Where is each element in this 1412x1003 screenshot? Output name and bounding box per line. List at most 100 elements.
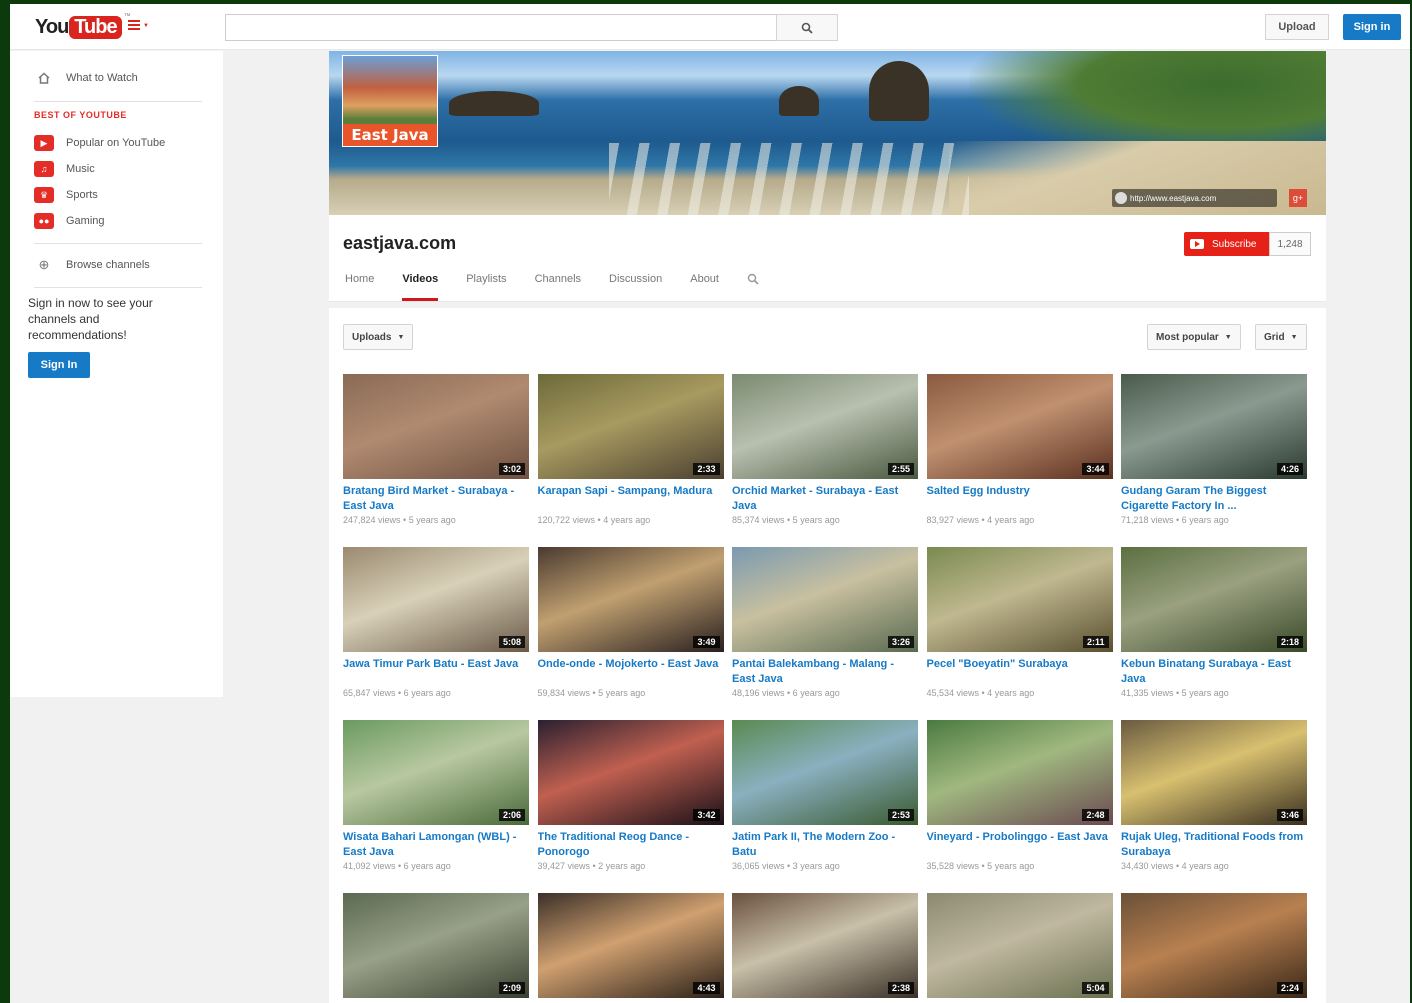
video-card[interactable]: 4:43 (537, 893, 724, 1003)
video-thumbnail[interactable]: 3:49 (537, 547, 724, 652)
video-thumbnail[interactable]: 3:26 (732, 547, 918, 652)
video-title[interactable]: Pecel "Boeyatin" Surabaya (927, 657, 1113, 687)
guide-sign-in-button[interactable]: Sign In (28, 352, 90, 378)
sign-in-button[interactable]: Sign in (1343, 14, 1401, 40)
video-thumbnail[interactable]: 5:04 (926, 893, 1113, 998)
tab-about[interactable]: About (690, 273, 719, 301)
video-card[interactable]: 2:38 (732, 893, 918, 1003)
browser-viewport: You Tube ™ ▼ Upload Sign in What to Watc… (10, 4, 1410, 1003)
video-thumbnail[interactable]: 2:06 (343, 720, 529, 825)
trademark-icon: ™ (123, 13, 131, 20)
video-meta: 41,092 views • 6 years ago (343, 861, 451, 871)
video-card[interactable]: 2:18 Kebun Binatang Surabaya - East Java 4… (1121, 547, 1307, 698)
video-thumbnail[interactable]: 2:48 (926, 720, 1113, 825)
channel-tabs: Home Videos Playlists Channels Discussio… (345, 273, 787, 301)
video-thumbnail[interactable]: 2:55 (732, 374, 918, 479)
google-plus-icon[interactable]: g+ (1289, 189, 1307, 207)
search-input[interactable] (225, 14, 777, 41)
video-thumbnail[interactable]: 2:11 (926, 547, 1113, 652)
video-meta: 85,374 views • 5 years ago (732, 515, 840, 525)
video-card[interactable]: 3:26 Pantai Balekambang - Malang - East J… (732, 547, 918, 698)
guide-item-popular[interactable]: ▶ Popular on YouTube (34, 132, 165, 154)
video-card[interactable]: 3:02 Bratang Bird Market - Surabaya - Eas… (343, 374, 529, 525)
view-dropdown[interactable]: Grid ▼ (1255, 324, 1307, 350)
hamburger-icon (128, 20, 140, 22)
guide-item-gaming[interactable]: ●● Gaming (34, 210, 105, 232)
video-title[interactable]: Vineyard - Probolinggo - East Java (927, 830, 1113, 860)
video-title[interactable]: Onde-onde - Mojokerto - East Java (538, 657, 724, 687)
video-card[interactable]: 5:04 (926, 893, 1113, 1003)
video-thumbnail[interactable]: 5:08 (343, 547, 529, 652)
video-card[interactable]: 3:44 Salted Egg Industry 83,927 views • 4 … (926, 374, 1113, 525)
video-thumbnail[interactable]: 2:24 (1121, 893, 1307, 998)
channel-logo[interactable]: East Java (342, 55, 438, 147)
video-card[interactable]: 2:11 Pecel "Boeyatin" Surabaya 45,534 view… (926, 547, 1113, 698)
video-card[interactable]: 2:24 (1121, 893, 1307, 1003)
video-title[interactable]: Rujak Uleg, Traditional Foods from Surab… (1121, 830, 1307, 860)
guide-item-what-to-watch[interactable]: What to Watch (34, 67, 138, 89)
video-duration: 2:55 (887, 463, 914, 475)
channel-title[interactable]: eastjava.com (343, 233, 456, 254)
video-duration: 4:26 (1276, 463, 1303, 475)
video-card[interactable]: 2:33 Karapan Sapi - Sampang, Madura 120,72… (537, 374, 724, 525)
video-card[interactable]: 3:49 Onde-onde - Mojokerto - East Java 59,… (537, 547, 724, 698)
video-card[interactable]: 2:55 Orchid Market - Surabaya - East Java… (732, 374, 918, 525)
guide-menu-button[interactable]: ▼ (128, 20, 150, 34)
uploads-label: Uploads (352, 331, 392, 343)
video-title[interactable]: Bratang Bird Market - Surabaya - East Ja… (343, 484, 529, 514)
video-thumbnail[interactable]: 4:26 (1121, 374, 1307, 479)
search-button[interactable] (776, 14, 838, 41)
guide-item-music[interactable]: ♫ Music (34, 158, 95, 180)
video-thumbnail[interactable]: 3:02 (343, 374, 529, 479)
subscribe-label: Subscribe (1212, 238, 1257, 250)
video-thumbnail[interactable]: 3:42 (537, 720, 724, 825)
video-card[interactable]: 2:48 Vineyard - Probolinggo - East Java 35… (926, 720, 1113, 871)
video-title[interactable]: Gudang Garam The Biggest Cigarette Facto… (1121, 484, 1307, 514)
tab-home[interactable]: Home (345, 273, 374, 301)
video-card[interactable]: 4:26 Gudang Garam The Biggest Cigarette F… (1121, 374, 1307, 525)
video-thumbnail[interactable]: 2:09 (343, 893, 529, 998)
video-thumbnail[interactable]: 2:38 (732, 893, 918, 998)
guide-item-browse-channels[interactable]: ⊕ Browse channels (34, 254, 150, 276)
video-card[interactable]: 2:53 Jatim Park II, The Modern Zoo - Batu… (732, 720, 918, 871)
subscribe-button[interactable]: Subscribe (1184, 232, 1269, 256)
channel-search-icon[interactable] (747, 273, 759, 301)
video-meta: 247,824 views • 5 years ago (343, 515, 456, 525)
video-title[interactable]: The Traditional Reog Dance - Ponorogo (538, 830, 724, 860)
guide-item-label: Gaming (66, 215, 105, 227)
tab-videos[interactable]: Videos (402, 273, 439, 301)
video-thumbnail[interactable]: 2:33 (537, 374, 724, 479)
video-title[interactable]: Jawa Timur Park Batu - East Java (343, 657, 529, 687)
tab-discussion[interactable]: Discussion (609, 273, 662, 301)
guide-item-label: Music (66, 163, 95, 175)
video-meta: 34,430 views • 4 years ago (1121, 861, 1229, 871)
video-title[interactable]: Salted Egg Industry (927, 484, 1113, 514)
video-title[interactable]: Jatim Park II, The Modern Zoo - Batu (732, 830, 918, 860)
masthead: You Tube ™ ▼ Upload Sign in (10, 4, 1410, 50)
video-duration: 2:18 (1276, 636, 1303, 648)
video-thumbnail[interactable]: 4:43 (537, 893, 724, 998)
video-thumbnail[interactable]: 3:44 (926, 374, 1113, 479)
video-title[interactable]: Kebun Binatang Surabaya - East Java (1121, 657, 1307, 687)
video-meta: 48,196 views • 6 years ago (732, 688, 840, 698)
video-card[interactable]: 2:06 Wisata Bahari Lamongan (WBL) - East … (343, 720, 529, 871)
tab-channels[interactable]: Channels (535, 273, 581, 301)
video-card[interactable]: 3:42 The Traditional Reog Dance - Ponorog… (537, 720, 724, 871)
video-title[interactable]: Karapan Sapi - Sampang, Madura (538, 484, 724, 514)
video-card[interactable]: 3:46 Rujak Uleg, Traditional Foods from S… (1121, 720, 1307, 871)
video-card[interactable]: 2:09 (343, 893, 529, 1003)
upload-button[interactable]: Upload (1265, 14, 1329, 40)
video-title[interactable]: Wisata Bahari Lamongan (WBL) - East Java (343, 830, 529, 860)
video-card[interactable]: 5:08 Jawa Timur Park Batu - East Java 65,8… (343, 547, 529, 698)
video-thumbnail[interactable]: 2:18 (1121, 547, 1307, 652)
banner-website-link[interactable]: http://www.eastjava.com (1112, 189, 1277, 207)
video-title[interactable]: Pantai Balekambang - Malang - East Java (732, 657, 918, 687)
tab-playlists[interactable]: Playlists (466, 273, 506, 301)
video-title[interactable]: Orchid Market - Surabaya - East Java (732, 484, 918, 514)
video-thumbnail[interactable]: 2:53 (732, 720, 918, 825)
youtube-logo[interactable]: You Tube ™ (35, 13, 131, 41)
video-thumbnail[interactable]: 3:46 (1121, 720, 1307, 825)
sort-dropdown[interactable]: Most popular ▼ (1147, 324, 1241, 350)
uploads-dropdown[interactable]: Uploads ▼ (343, 324, 414, 350)
guide-item-sports[interactable]: ♛ Sports (34, 184, 98, 206)
